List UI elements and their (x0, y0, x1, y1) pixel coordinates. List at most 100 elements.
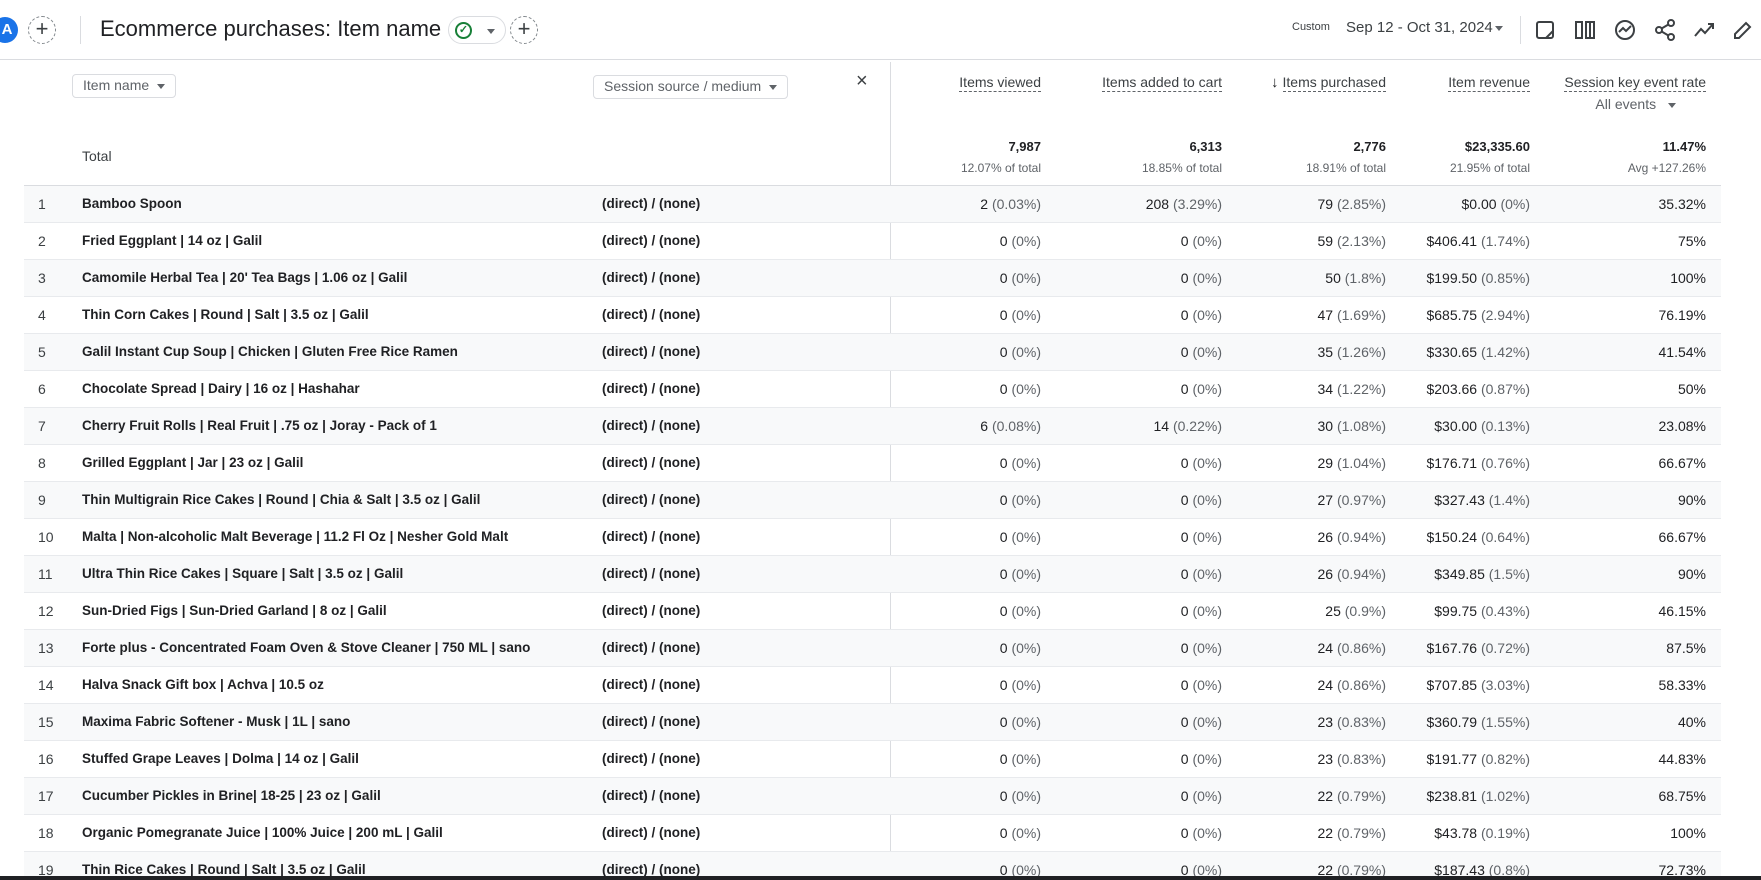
session-key-event-rate-cell: 100% (1670, 825, 1706, 841)
table-row[interactable]: 15 Maxima Fabric Softener - Musk | 1L | s… (24, 704, 1721, 741)
session-key-event-rate-cell: 50% (1677, 381, 1706, 397)
item-name-cell: Thin Multigrain Rice Cakes | Round | Chi… (82, 492, 481, 507)
row-index: 15 (38, 714, 54, 730)
item-revenue-cell: $406.41 (1.74%) (1426, 233, 1530, 249)
table-row[interactable]: 13 Forte plus - Concentrated Foam Oven & … (24, 630, 1721, 667)
items-viewed-cell: 0 (0%) (999, 640, 1041, 656)
table-row[interactable]: 2 Fried Eggplant | 14 oz | Galil (direct) … (24, 223, 1721, 260)
source-medium-cell: (direct) / (none) (602, 270, 701, 285)
items-viewed-cell: 0 (0%) (999, 270, 1041, 286)
items-viewed-cell: 6 (0.08%) (980, 418, 1041, 434)
items-added-to-cart-cell: 0 (0%) (1180, 492, 1222, 508)
compare-icon[interactable] (1533, 18, 1557, 42)
header-session-key-event-rate[interactable]: Session key event rate (1564, 74, 1706, 92)
items-added-to-cart-cell: 0 (0%) (1180, 344, 1222, 360)
item-name-cell: Galil Instant Cup Soup | Chicken | Glute… (82, 344, 458, 359)
row-index: 17 (38, 788, 54, 804)
total-items-purchased: 2,776 (1353, 139, 1386, 154)
table-row[interactable]: 11 Ultra Thin Rice Cakes | Square | Salt … (24, 556, 1721, 593)
table-row[interactable]: 3 Camomile Herbal Tea | 20' Tea Bags | 1.… (24, 260, 1721, 297)
trend-icon[interactable] (1693, 18, 1717, 42)
table-row[interactable]: 7 Cherry Fruit Rolls | Real Fruit | .75 o… (24, 408, 1721, 445)
items-added-to-cart-cell: 0 (0%) (1180, 529, 1222, 545)
header-item-revenue[interactable]: Item revenue (1448, 74, 1530, 92)
items-viewed-cell: 2 (0.03%) (980, 196, 1041, 212)
row-index: 3 (38, 270, 46, 286)
items-added-to-cart-cell: 0 (0%) (1180, 603, 1222, 619)
divider (1520, 16, 1521, 44)
total-label: Total (82, 148, 112, 164)
row-index: 6 (38, 381, 46, 397)
source-medium-cell: (direct) / (none) (602, 196, 701, 211)
item-revenue-cell: $238.81 (1.02%) (1426, 788, 1530, 804)
table-row[interactable]: 6 Chocolate Spread | Dairy | 16 oz | Hash… (24, 371, 1721, 408)
session-key-event-rate-cell: 66.67% (1658, 529, 1706, 545)
source-medium-cell: (direct) / (none) (602, 751, 701, 766)
items-purchased-cell: 34 (1.22%) (1317, 381, 1387, 397)
items-viewed-cell: 0 (0%) (999, 529, 1041, 545)
item-revenue-cell: $167.76 (0.72%) (1426, 640, 1530, 656)
header-items-purchased[interactable]: ↓ Items purchased (1271, 74, 1386, 92)
share-icon[interactable] (1653, 18, 1677, 42)
item-name-cell: Thin Rice Cakes | Round | Salt | 3.5 oz … (82, 862, 366, 877)
item-revenue-cell: $191.77 (0.82%) (1426, 751, 1530, 767)
item-name-cell: Organic Pomegranate Juice | 100% Juice |… (82, 825, 443, 840)
insights-icon[interactable] (1613, 18, 1637, 42)
report-status-chip[interactable]: ✓ (448, 16, 506, 44)
item-name-cell: Maxima Fabric Softener - Musk | 1L | san… (82, 714, 351, 729)
table-row[interactable]: 1 Bamboo Spoon (direct) / (none) 2 (0.03%) 2… (24, 186, 1721, 223)
items-viewed-cell: 0 (0%) (999, 603, 1041, 619)
session-key-event-rate-cell: 76.19% (1658, 307, 1706, 323)
total-session-key-event-rate: 11.47% (1662, 139, 1706, 154)
items-purchased-cell: 22 (0.79%) (1317, 825, 1387, 841)
table-row[interactable]: 4 Thin Corn Cakes | Round | Salt | 3.5 oz… (24, 297, 1721, 334)
items-purchased-cell: 47 (1.69%) (1317, 307, 1387, 323)
source-medium-cell: (direct) / (none) (602, 418, 701, 433)
table-row[interactable]: 9 Thin Multigrain Rice Cakes | Round | Ch… (24, 482, 1721, 519)
item-name-cell: Thin Corn Cakes | Round | Salt | 3.5 oz … (82, 307, 369, 322)
table-header: Item name Session source / medium × Item… (24, 62, 1721, 186)
table-row[interactable]: 12 Sun-Dried Figs | Sun-Dried Garland | 8… (24, 593, 1721, 630)
table-row[interactable]: 8 Grilled Eggplant | Jar | 23 oz | Galil (… (24, 445, 1721, 482)
items-purchased-cell: 59 (2.13%) (1317, 233, 1387, 249)
columns-icon[interactable] (1573, 18, 1597, 42)
items-added-to-cart-cell: 0 (0%) (1180, 677, 1222, 693)
table-row[interactable]: 10 Malta | Non-alcoholic Malt Beverage | … (24, 519, 1721, 556)
avatar[interactable]: A (0, 17, 18, 43)
chevron-down-icon (487, 29, 495, 34)
item-revenue-cell: $203.66 (0.87%) (1426, 381, 1530, 397)
key-event-dropdown[interactable]: All events (1595, 96, 1676, 112)
remove-secondary-dimension-close-icon[interactable]: × (856, 70, 868, 93)
items-purchased-cell: 79 (2.85%) (1317, 196, 1387, 212)
table-row[interactable]: 14 Halva Snack Gift box | Achva | 10.5 oz… (24, 667, 1721, 704)
date-range-picker[interactable]: Sep 12 - Oct 31, 2024 (1346, 19, 1493, 36)
add-filter-plus-icon[interactable]: + (510, 16, 538, 44)
table-row[interactable]: 17 Cucumber Pickles in Brine| 18-25 | 23 … (24, 778, 1721, 815)
header-items-viewed[interactable]: Items viewed (959, 74, 1041, 92)
source-medium-cell: (direct) / (none) (602, 233, 701, 248)
row-index: 5 (38, 344, 46, 360)
items-added-to-cart-cell: 0 (0%) (1180, 233, 1222, 249)
chevron-down-icon[interactable] (1495, 26, 1503, 31)
secondary-dimension-dropdown[interactable]: Session source / medium (593, 75, 789, 99)
table-row[interactable]: 18 Organic Pomegranate Juice | 100% Juice… (24, 815, 1721, 852)
date-custom-label: Custom (1292, 21, 1330, 33)
item-revenue-cell: $99.75 (0.43%) (1434, 603, 1530, 619)
table-row[interactable]: 5 Galil Instant Cup Soup | Chicken | Glut… (24, 334, 1721, 371)
source-medium-cell: (direct) / (none) (602, 825, 701, 840)
items-added-to-cart-cell: 0 (0%) (1180, 825, 1222, 841)
table-row[interactable]: 16 Stuffed Grape Leaves | Dolma | 14 oz |… (24, 741, 1721, 778)
item-revenue-cell: $150.24 (0.64%) (1426, 529, 1530, 545)
item-name-cell: Chocolate Spread | Dairy | 16 oz | Hasha… (82, 381, 360, 396)
edit-icon[interactable] (1731, 18, 1755, 42)
session-key-event-rate-cell: 87.5% (1666, 640, 1706, 656)
header-items-added-to-cart[interactable]: Items added to cart (1102, 74, 1222, 92)
primary-dimension-dropdown[interactable]: Item name (72, 74, 177, 98)
add-comparison-plus-icon[interactable]: + (28, 16, 56, 44)
items-added-to-cart-cell: 0 (0%) (1180, 751, 1222, 767)
divider (80, 16, 81, 44)
session-key-event-rate-cell: 40% (1677, 714, 1706, 730)
row-index: 2 (38, 233, 46, 249)
items-viewed-cell: 0 (0%) (999, 566, 1041, 582)
table-body: 1 Bamboo Spoon (direct) / (none) 2 (0.03%) 2… (24, 186, 1721, 880)
